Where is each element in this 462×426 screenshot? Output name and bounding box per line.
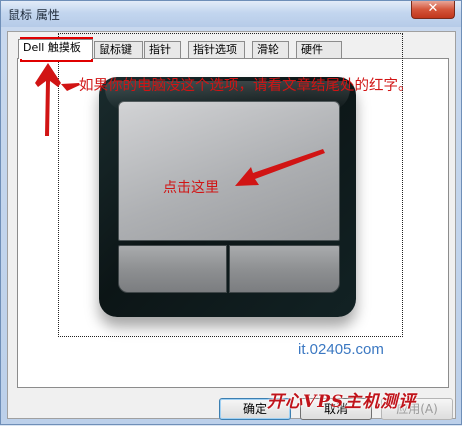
mouse-properties-window: 鼠标 属性 ✕ Dell 触摸板 鼠标键 指针 指针选项 滑轮 硬件 如果你的电…: [0, 0, 462, 425]
arrow-left-icon: [61, 83, 80, 91]
tab-dell-touchpad[interactable]: Dell 触摸板: [18, 39, 93, 59]
annotation-arrows: [35, 63, 325, 186]
arrow-pointer-icon: [235, 149, 325, 186]
arrow-up-icon: [35, 63, 61, 136]
